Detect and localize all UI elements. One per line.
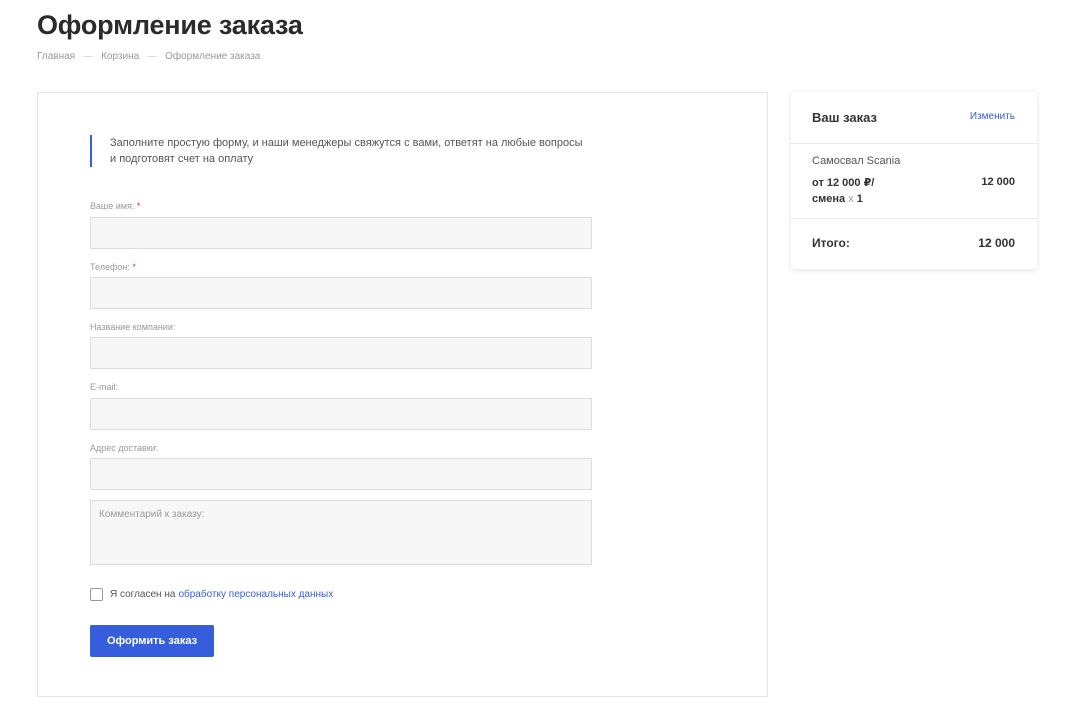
phone-input[interactable]	[90, 277, 592, 309]
breadcrumb-current: Оформление заказа	[165, 51, 261, 62]
company-input[interactable]	[90, 337, 592, 369]
order-total-row: Итого: 12 000	[791, 219, 1037, 269]
breadcrumb-separator: —	[147, 51, 158, 62]
address-label: Адрес доставки:	[90, 443, 158, 453]
order-item-unit-line: смена x 1	[812, 191, 912, 207]
order-item-price: от 12 000 ₽/ смена x 1	[812, 175, 912, 207]
breadcrumb-separator: —	[83, 51, 94, 62]
order-summary-title: Ваш заказ	[812, 110, 877, 125]
order-item-unit: смена	[812, 193, 846, 205]
order-item-sum: 12 000	[981, 176, 1015, 188]
consent-text: Я согласен на	[110, 589, 176, 600]
company-label: Название компании:	[90, 322, 175, 332]
phone-label: Телефон: *	[90, 262, 136, 272]
form-intro-line: Заполните простую форму, и наши менеджер…	[110, 137, 583, 149]
address-label-text: Адрес доставки:	[90, 443, 159, 453]
required-mark: *	[136, 201, 141, 211]
order-summary-header: Ваш заказ Изменить	[791, 92, 1037, 144]
order-summary-card: Ваш заказ Изменить Самосвал Scania от 12…	[791, 92, 1037, 269]
checkout-form-panel: Заполните простую форму, и наши менеджер…	[37, 92, 768, 697]
breadcrumb-cart-link[interactable]: Корзина	[101, 51, 139, 62]
company-label-text: Название компании:	[90, 322, 176, 332]
name-label-text: Ваше имя:	[90, 201, 135, 211]
consent-checkbox[interactable]	[90, 588, 103, 601]
submit-order-button[interactable]: Оформить заказ	[90, 625, 214, 657]
order-item-name: Самосвал Scania	[812, 155, 901, 167]
consent-row: Я согласен на обработку персональных дан…	[90, 588, 333, 601]
email-label-text: E-mail:	[90, 382, 119, 392]
order-item: Самосвал Scania от 12 000 ₽/ смена x 1 1…	[791, 144, 1037, 219]
order-total-label: Итого:	[812, 236, 850, 250]
email-input[interactable]	[90, 398, 592, 430]
breadcrumb-home-link[interactable]: Главная	[37, 51, 75, 62]
address-input[interactable]	[90, 458, 592, 490]
form-intro-line: и подготовят счет на оплату	[110, 153, 254, 165]
phone-label-text: Телефон:	[90, 262, 130, 272]
name-label: Ваше имя: *	[90, 201, 140, 211]
order-item-price-line: от 12 000 ₽/	[812, 177, 875, 189]
required-mark: *	[132, 262, 136, 272]
email-label: E-mail:	[90, 382, 118, 392]
order-total-value: 12 000	[978, 236, 1015, 250]
name-input[interactable]	[90, 217, 592, 249]
form-intro: Заполните простую форму, и наши менеджер…	[90, 135, 610, 167]
breadcrumb: Главная — Корзина — Оформление заказа	[37, 51, 260, 62]
order-item-qty: 1	[856, 193, 863, 205]
page-title: Оформление заказа	[37, 10, 303, 40]
comment-textarea[interactable]	[90, 500, 592, 565]
order-item-qty-separator: x	[848, 193, 854, 205]
edit-order-link[interactable]: Изменить	[970, 111, 1015, 122]
personal-data-link[interactable]: обработку персональных данных	[178, 589, 333, 600]
